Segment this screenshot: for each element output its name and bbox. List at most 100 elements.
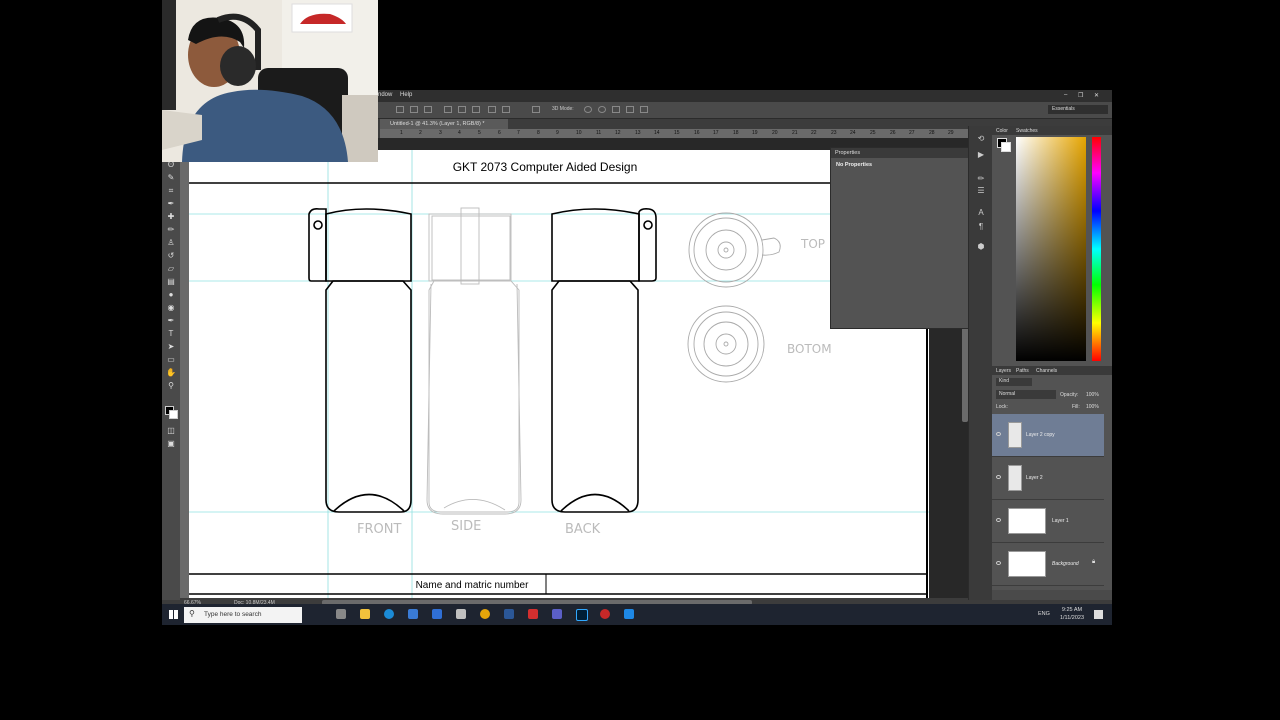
fill-label: Fill: bbox=[1072, 404, 1080, 410]
brush-tool-icon[interactable]: ✏ bbox=[166, 225, 176, 234]
zoom-tool-icon[interactable]: ⚲ bbox=[166, 381, 176, 390]
3d-roll-icon[interactable] bbox=[598, 106, 606, 113]
3d-slide-icon[interactable] bbox=[626, 106, 634, 113]
dodge-tool-icon[interactable]: ◉ bbox=[166, 303, 176, 312]
layer-name: Layer 2 bbox=[1026, 475, 1043, 481]
notification-icon[interactable] bbox=[1094, 610, 1103, 619]
task-view-icon[interactable] bbox=[336, 609, 346, 619]
left-ruler bbox=[180, 138, 189, 598]
acrobat-icon[interactable] bbox=[528, 609, 538, 619]
edge-icon[interactable] bbox=[384, 609, 394, 619]
front-label: FRONT bbox=[357, 522, 401, 537]
minimize-icon[interactable]: – bbox=[1064, 92, 1067, 98]
layer-row[interactable]: Layer 2 copy bbox=[992, 414, 1104, 457]
distribute-icon[interactable] bbox=[488, 106, 496, 113]
shape-tool-icon[interactable]: ▭ bbox=[166, 355, 176, 364]
visibility-eye-icon[interactable] bbox=[996, 561, 1001, 565]
auto-align-icon[interactable] bbox=[532, 106, 540, 113]
eyedropper-tool-icon[interactable]: ✒ bbox=[166, 199, 176, 208]
type-tool-icon[interactable]: T bbox=[166, 329, 176, 338]
align-center-icon[interactable] bbox=[410, 106, 418, 113]
tab-swatches[interactable]: Swatches bbox=[1016, 128, 1038, 134]
layer-row[interactable]: Layer 1 bbox=[992, 500, 1104, 543]
layer-row[interactable]: Background 🔒︎ bbox=[992, 543, 1104, 586]
character-icon[interactable]: A bbox=[976, 208, 986, 217]
taskbar-clock[interactable]: 9:25 AM 1/11/2023 bbox=[1052, 606, 1092, 622]
brush-panel-icon[interactable]: ✏ bbox=[976, 174, 986, 183]
screen-mode-icon[interactable]: ▣ bbox=[166, 439, 176, 448]
blur-tool-icon[interactable]: ● bbox=[166, 290, 176, 299]
language-indicator[interactable]: ENG bbox=[1038, 611, 1050, 617]
ruler-tick-label: 8 bbox=[537, 130, 540, 136]
menu-window[interactable]: ndow bbox=[378, 92, 392, 98]
path-select-tool-icon[interactable]: ➤ bbox=[166, 342, 176, 351]
visibility-eye-icon[interactable] bbox=[996, 475, 1001, 479]
pen-tool-icon[interactable]: ✒ bbox=[166, 316, 176, 325]
document-tab[interactable]: Untitled-1 @ 41.3% (Layer 1, RGB/8) * bbox=[380, 119, 508, 129]
align-left-icon[interactable] bbox=[396, 106, 404, 113]
align-middle-icon[interactable] bbox=[458, 106, 466, 113]
tab-color[interactable]: Color bbox=[996, 128, 1008, 134]
panel-dock: ⟲ ▶ ✏ ☰ A ¶ ⬢ bbox=[968, 126, 993, 600]
align-right-icon[interactable] bbox=[424, 106, 432, 113]
mail-icon[interactable] bbox=[432, 609, 442, 619]
align-bottom-icon[interactable] bbox=[472, 106, 480, 113]
app-icon-2[interactable] bbox=[624, 609, 634, 619]
hand-tool-icon[interactable]: ✋ bbox=[166, 368, 176, 377]
distribute-h-icon[interactable] bbox=[502, 106, 510, 113]
3d-icon[interactable]: ⬢ bbox=[976, 242, 986, 251]
visibility-eye-icon[interactable] bbox=[996, 432, 1001, 436]
healing-tool-icon[interactable]: ✚ bbox=[166, 212, 176, 221]
properties-tab[interactable]: Properties bbox=[831, 148, 971, 158]
ruler-tick-label: 14 bbox=[654, 130, 660, 136]
ruler-tick-label: 15 bbox=[674, 130, 680, 136]
layer-filter-select[interactable]: Kind bbox=[996, 378, 1032, 386]
actions-icon[interactable]: ▶ bbox=[976, 150, 986, 159]
3d-scale-icon[interactable] bbox=[640, 106, 648, 113]
blend-mode-select[interactable]: Normal bbox=[996, 390, 1056, 399]
restore-icon[interactable]: ❐ bbox=[1078, 92, 1083, 99]
photoshop-icon[interactable] bbox=[576, 609, 588, 621]
file-explorer-icon[interactable] bbox=[360, 609, 370, 619]
quick-select-tool-icon[interactable]: ✎ bbox=[166, 173, 176, 182]
crop-tool-icon[interactable]: ⌗ bbox=[166, 186, 176, 195]
color-picker-field[interactable] bbox=[1016, 137, 1086, 361]
close-icon[interactable]: ✕ bbox=[1094, 92, 1099, 99]
app-icon[interactable] bbox=[456, 609, 466, 619]
history-icon[interactable]: ⟲ bbox=[976, 134, 986, 143]
3d-pan-icon[interactable] bbox=[612, 106, 620, 113]
workspace-select[interactable]: Essentials bbox=[1048, 105, 1108, 114]
hue-slider[interactable] bbox=[1092, 137, 1101, 361]
adjust-icon[interactable]: ☰ bbox=[976, 186, 986, 195]
background-swatch[interactable] bbox=[1001, 142, 1011, 152]
lock-icon: 🔒︎ bbox=[1092, 559, 1096, 565]
word-icon[interactable] bbox=[504, 609, 514, 619]
paragraph-icon[interactable]: ¶ bbox=[976, 222, 986, 231]
document-canvas[interactable]: GKT 2073 Computer Aided Design Name and … bbox=[189, 150, 929, 598]
opacity-input[interactable]: 100% bbox=[1086, 392, 1099, 398]
webcam-overlay bbox=[162, 0, 378, 162]
history-brush-tool-icon[interactable]: ↺ bbox=[166, 251, 176, 260]
tab-paths[interactable]: Paths bbox=[1016, 368, 1029, 374]
chrome-icon[interactable] bbox=[480, 609, 490, 619]
layer-row[interactable]: Layer 2 bbox=[992, 457, 1104, 500]
windows-start-icon[interactable] bbox=[169, 610, 178, 619]
menu-help[interactable]: Help bbox=[400, 92, 412, 98]
quick-mask-icon[interactable]: ◫ bbox=[166, 426, 176, 435]
tab-layers[interactable]: Layers bbox=[996, 368, 1011, 374]
tab-channels[interactable]: Channels bbox=[1036, 368, 1057, 374]
fill-input[interactable]: 100% bbox=[1086, 404, 1099, 410]
gradient-tool-icon[interactable]: ▤ bbox=[166, 277, 176, 286]
eraser-tool-icon[interactable]: ▱ bbox=[166, 264, 176, 273]
layer-thumbnail bbox=[1008, 551, 1046, 577]
taskbar-search-input[interactable]: Type here to search bbox=[184, 607, 302, 623]
footer-name-label: Name and matric number bbox=[416, 580, 529, 591]
background-color-swatch[interactable] bbox=[169, 410, 178, 419]
clone-stamp-tool-icon[interactable]: ♙ bbox=[166, 238, 176, 247]
store-icon[interactable] bbox=[408, 609, 418, 619]
3d-rotate-icon[interactable] bbox=[584, 106, 592, 113]
align-top-icon[interactable] bbox=[444, 106, 452, 113]
visibility-eye-icon[interactable] bbox=[996, 518, 1001, 522]
recorder-icon[interactable] bbox=[600, 609, 610, 619]
teams-icon[interactable] bbox=[552, 609, 562, 619]
